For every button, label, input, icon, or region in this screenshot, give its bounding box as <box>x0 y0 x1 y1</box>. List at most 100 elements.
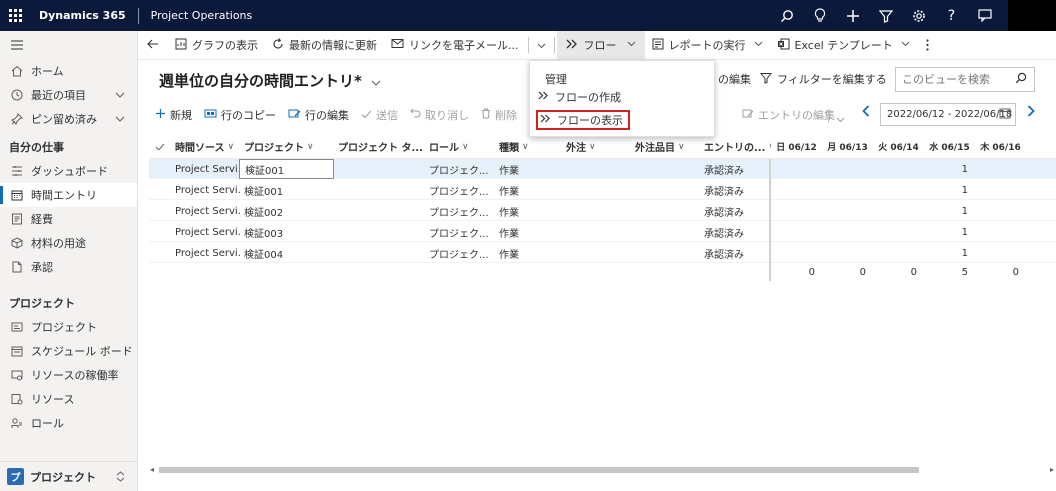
cell-day-hours[interactable] <box>873 243 921 263</box>
cell-day-hours[interactable]: 1 <box>924 180 972 200</box>
cell-subitem[interactable] <box>630 201 700 221</box>
scrollbar-thumb[interactable] <box>159 467 919 473</box>
column-header-subcontract[interactable]: 外注 ∨ <box>561 134 631 159</box>
show-chart-button[interactable]: グラフの表示 <box>168 31 265 60</box>
back-button[interactable] <box>138 31 168 60</box>
cell-source[interactable]: Project Servi... <box>170 180 240 200</box>
sidebar-item-roles[interactable]: ロール <box>0 411 137 435</box>
previous-week-icon[interactable] <box>862 105 870 121</box>
cell-task[interactable] <box>333 159 425 179</box>
cell-status[interactable]: 承認済み <box>699 222 771 242</box>
cell-role[interactable]: プロジェク... <box>424 243 494 263</box>
chevron-down-icon[interactable] <box>836 113 845 126</box>
cell-day-hours[interactable]: 1 <box>924 243 972 263</box>
edit-row-button[interactable]: 行の編集 <box>282 103 355 127</box>
view-selector[interactable]: 週単位の自分の時間エントリ* <box>159 70 381 91</box>
cell-day-hours[interactable] <box>975 222 1023 242</box>
column-header-day[interactable]: 水 06/15 <box>924 134 975 159</box>
column-header-project[interactable]: プロジェクト ∨ <box>239 134 334 159</box>
show-flows-menu-item[interactable]: フローの表示 <box>536 110 630 130</box>
cell-day-hours[interactable] <box>771 222 819 242</box>
cell-day-hours[interactable] <box>771 201 819 221</box>
app-name[interactable]: Project Operations <box>151 9 253 22</box>
sidebar-item-projects[interactable]: プロジェクト <box>0 315 137 339</box>
sidebar-item-schedule-board[interactable]: スケジュール ボード <box>0 339 137 363</box>
cell-day-hours[interactable] <box>873 180 921 200</box>
scroll-right-icon[interactable]: ▸ <box>1050 465 1054 474</box>
cell-source[interactable]: Project Servi... <box>170 222 240 242</box>
cell-sub[interactable] <box>561 222 631 242</box>
cell-day-hours[interactable] <box>975 159 1023 179</box>
help-icon[interactable]: ? <box>935 0 968 31</box>
copy-row-button[interactable]: 行のコピー <box>198 103 282 127</box>
edit-columns-button[interactable]: の編集 <box>718 68 751 90</box>
cell-project[interactable]: 検証002 <box>239 201 334 221</box>
plus-icon[interactable] <box>836 0 869 31</box>
table-row[interactable]: Project Servi...検証003 プロジェク...作業 承認済み 1 <box>149 222 1056 242</box>
run-report-button[interactable]: レポートの実行 <box>645 31 770 60</box>
cell-status[interactable]: 承認済み <box>699 159 771 179</box>
sitemap-toggle-button[interactable] <box>0 31 137 59</box>
cell-type[interactable]: 作業 <box>494 159 562 179</box>
chat-icon[interactable] <box>968 0 1001 31</box>
cell-source[interactable]: Project Servi... <box>170 159 240 179</box>
cell-day-hours[interactable]: 1 <box>924 159 972 179</box>
refresh-button[interactable]: 最新の情報に更新 <box>265 31 384 60</box>
cell-day-hours[interactable] <box>771 159 819 179</box>
horizontal-scrollbar[interactable]: ◂ ▸ <box>149 465 1056 475</box>
table-row[interactable]: Project Servi...検証001 プロジェク...作業 承認済み 1 <box>149 180 1056 200</box>
cell-day-hours[interactable]: 1 <box>924 222 972 242</box>
column-header-time-source[interactable]: 時間ソース ∨ <box>170 134 240 159</box>
cell-task[interactable] <box>333 201 425 221</box>
edit-filters-button[interactable]: フィルターを編集する <box>759 68 887 90</box>
cell-day-hours[interactable] <box>873 201 921 221</box>
column-header-entry-status[interactable]: エントリの...∨ <box>699 134 771 159</box>
cell-status[interactable]: 承認済み <box>699 243 771 263</box>
next-week-icon[interactable] <box>1027 105 1035 121</box>
cell-project[interactable]: 検証004 <box>239 243 334 263</box>
sidebar-item-expenses[interactable]: 経費 <box>0 207 137 231</box>
sidebar-item-home[interactable]: ホーム <box>0 59 137 83</box>
cell-day-hours[interactable]: 1 <box>924 201 972 221</box>
app-launcher-button[interactable] <box>0 0 31 31</box>
column-header-role[interactable]: ロール ∨ <box>424 134 494 159</box>
user-avatar[interactable] <box>1008 0 1056 31</box>
sidebar-item-resources[interactable]: リソース <box>0 387 137 411</box>
cell-sub[interactable] <box>561 243 631 263</box>
sidebar-item-recent[interactable]: 最近の項目 <box>0 83 137 107</box>
new-button[interactable]: 新規 <box>149 103 198 127</box>
brand-name[interactable]: Dynamics 365 <box>39 9 126 22</box>
search-icon[interactable] <box>770 0 803 31</box>
create-flow-menu-item[interactable]: フローの作成 <box>536 87 621 107</box>
cell-status[interactable]: 承認済み <box>699 201 771 221</box>
cell-day-hours[interactable] <box>822 180 870 200</box>
cell-day-hours[interactable] <box>822 201 870 221</box>
column-header-type[interactable]: 種類 ∨ <box>494 134 562 159</box>
chevron-down-icon[interactable] <box>115 90 125 101</box>
sidebar-item-dashboard[interactable]: ダッシュボード <box>0 159 137 183</box>
email-link-button[interactable]: リンクを電子メール... <box>384 31 526 60</box>
sidebar-item-resource-utilization[interactable]: リソースの稼働率 <box>0 363 137 387</box>
cell-day-hours[interactable] <box>771 243 819 263</box>
cell-day-hours[interactable] <box>822 159 870 179</box>
cell-task[interactable] <box>333 180 425 200</box>
search-icon[interactable] <box>1015 72 1027 87</box>
cell-day-hours[interactable] <box>975 243 1023 263</box>
lightbulb-icon[interactable] <box>803 0 836 31</box>
cell-subitem[interactable] <box>630 159 700 179</box>
cell-subitem[interactable] <box>630 180 700 200</box>
filter-icon[interactable] <box>869 0 902 31</box>
edit-entry-button[interactable]: エントリの編集 <box>736 103 841 127</box>
cell-role[interactable]: プロジェク... <box>424 201 494 221</box>
submit-button[interactable]: 送信 <box>355 103 404 127</box>
cell-role[interactable]: プロジェク... <box>424 159 494 179</box>
cell-sub[interactable] <box>561 201 631 221</box>
cell-day-hours[interactable] <box>975 180 1023 200</box>
cell-day-hours[interactable] <box>771 180 819 200</box>
sidebar-item-time-entries[interactable]: 時間エントリ <box>0 183 137 207</box>
scroll-left-icon[interactable]: ◂ <box>150 465 154 474</box>
area-switcher[interactable]: プ プロジェクト <box>0 461 137 491</box>
chevron-down-icon[interactable] <box>115 114 125 125</box>
sidebar-item-approvals[interactable]: 承認 <box>0 255 137 279</box>
column-header-project-task[interactable]: プロジェクト タ...∨ <box>333 134 425 159</box>
